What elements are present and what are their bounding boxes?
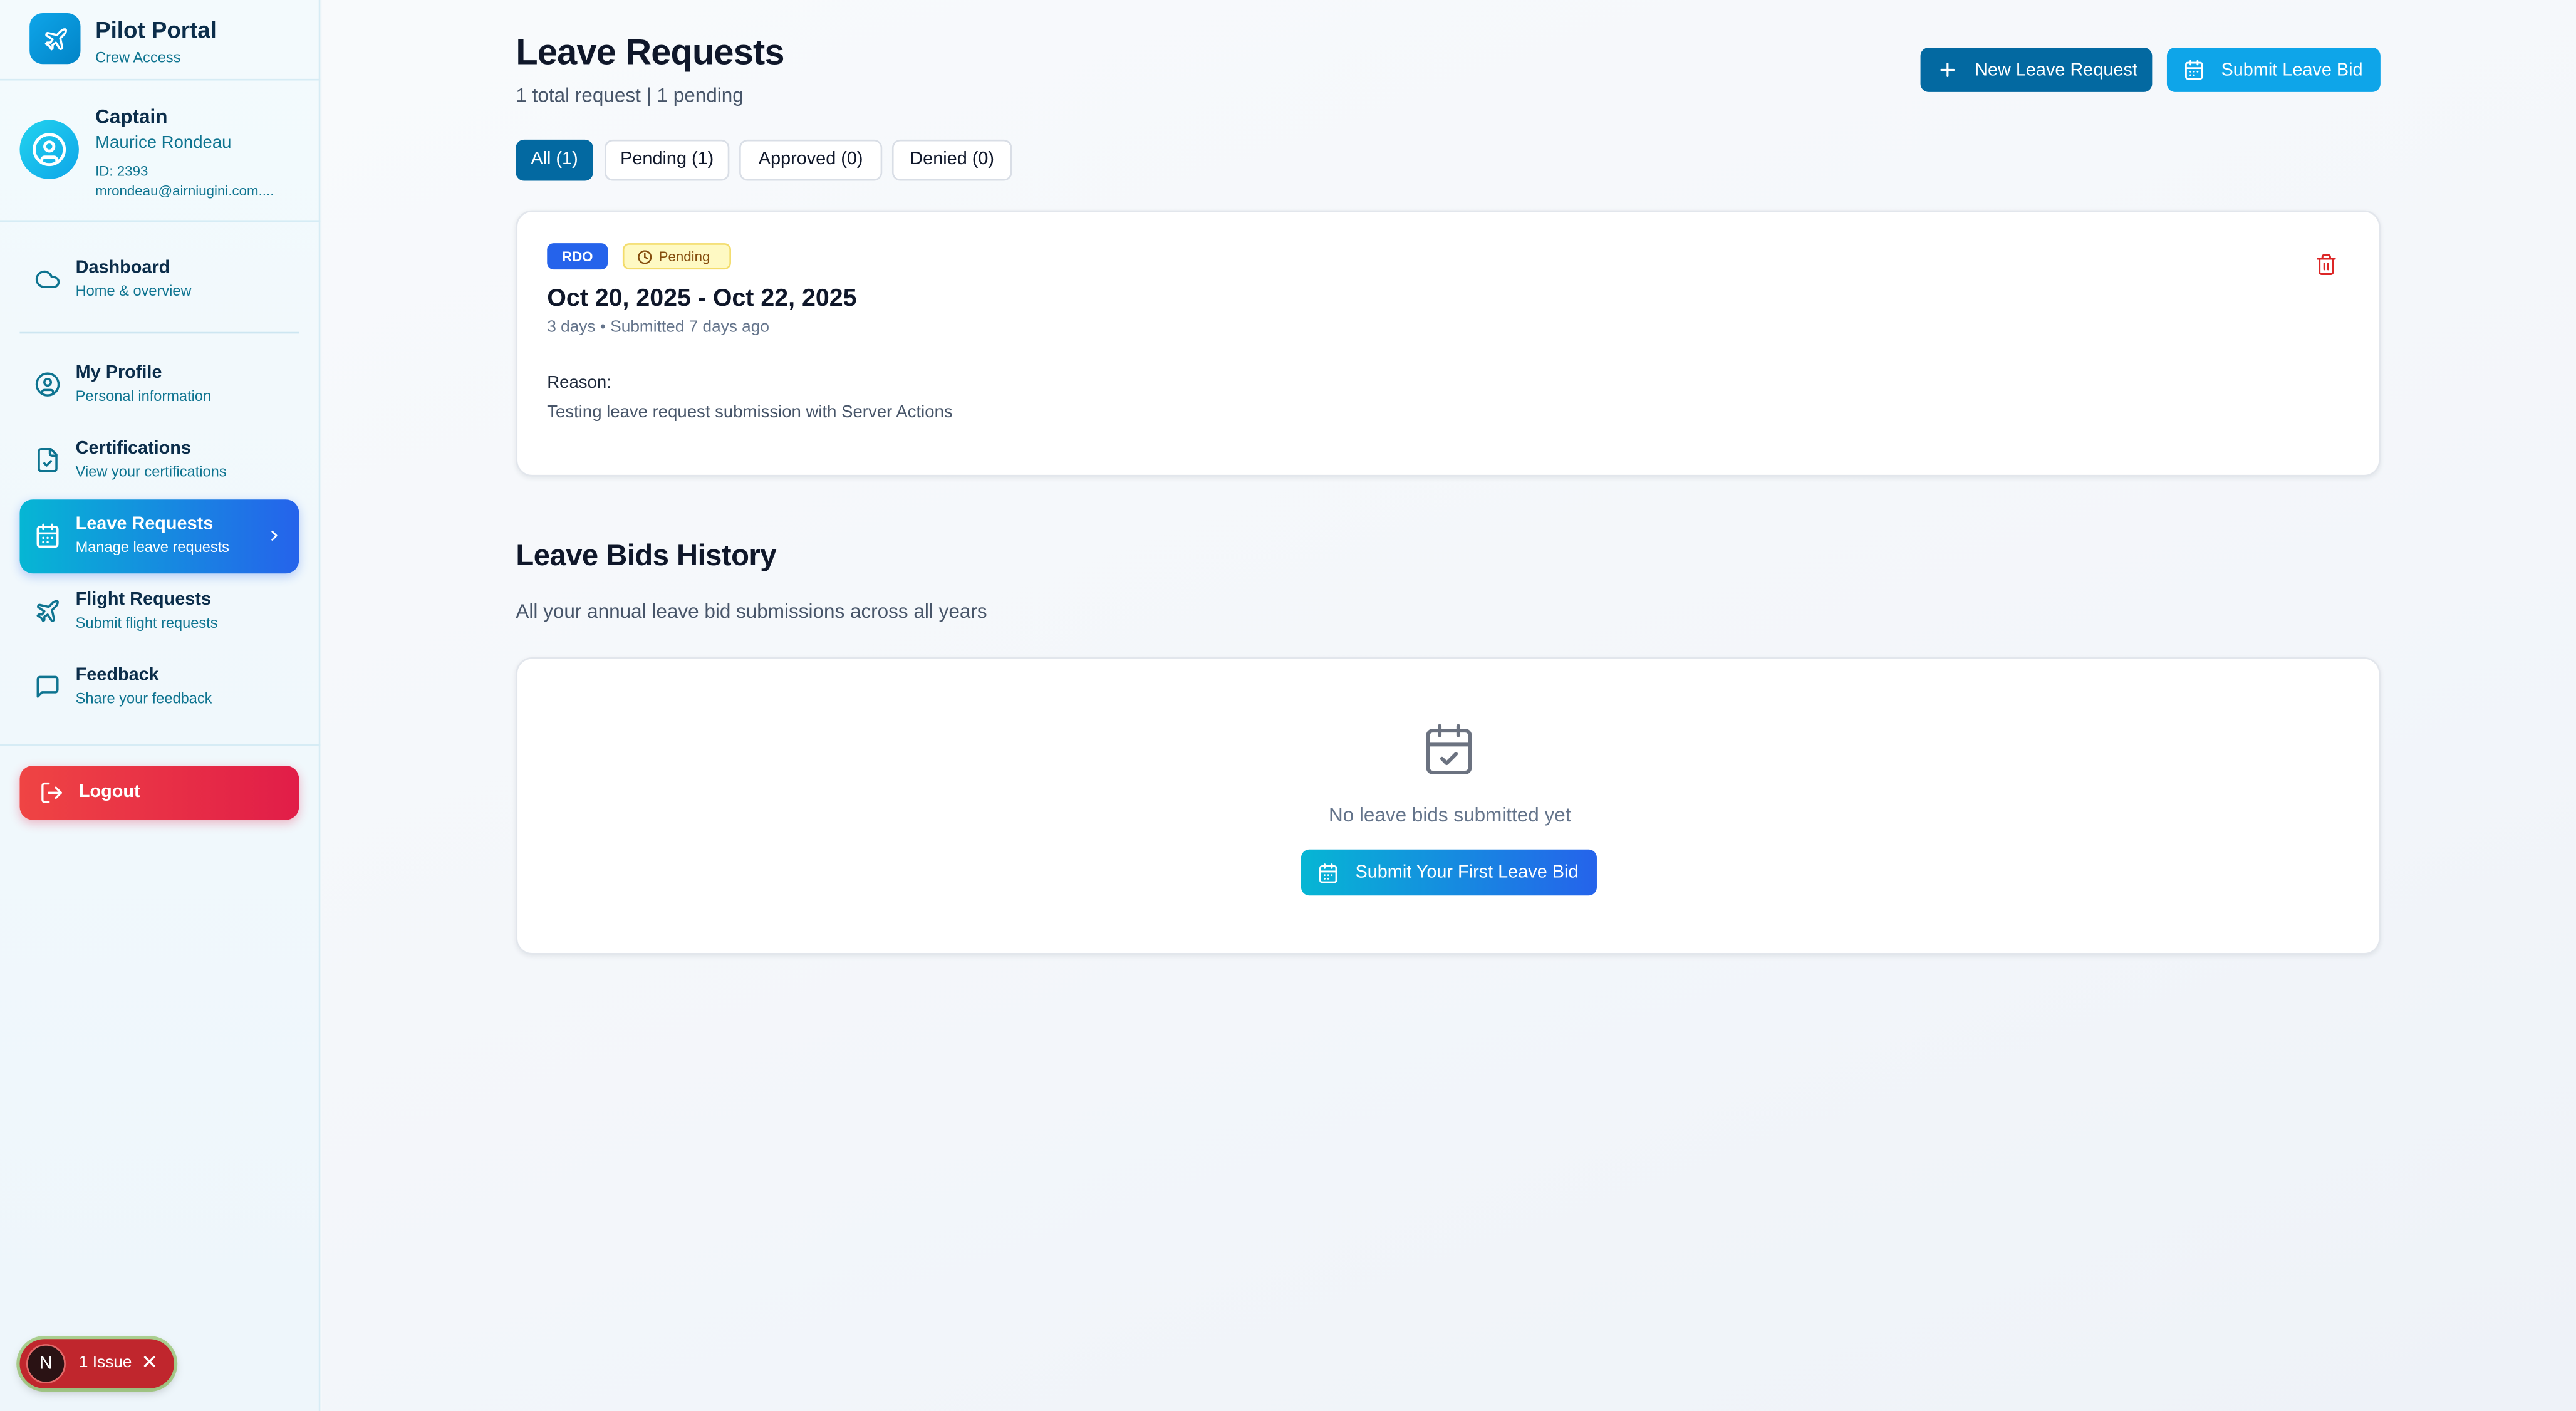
nav-divider: [19, 331, 299, 334]
tab-denied[interactable]: Denied (0): [891, 139, 1012, 181]
reason-label: Reason:: [547, 373, 611, 393]
file-check-icon: [38, 448, 58, 472]
nav-divider: [0, 744, 321, 746]
sidebar-item-label: Feedback: [75, 665, 159, 685]
leave-meta: 3 days • Submitted 7 days ago: [547, 318, 769, 337]
calendar-icon: [1319, 863, 1337, 883]
plus-icon: [1940, 62, 1955, 77]
sidebar-item-sub: Home & overview: [75, 283, 192, 299]
calendar-icon: [2185, 60, 2203, 80]
sidebar-item-label: Flight Requests: [75, 590, 212, 610]
leave-dates: Oct 20, 2025 - Oct 22, 2025: [547, 284, 857, 313]
status-label: Pending: [658, 247, 710, 265]
user-card: Captain Maurice Rondeau ID: 2393 mrondea…: [0, 80, 321, 222]
button-label: Submit Leave Bid: [2221, 61, 2363, 81]
logout-icon: [41, 782, 62, 803]
issues-badge[interactable]: N 1 Issue ✕: [19, 1339, 174, 1388]
new-leave-request-button[interactable]: New Leave Request: [1920, 48, 2153, 92]
tab-approved[interactable]: Approved (0): [739, 139, 883, 181]
page-subtitle: 1 total request | 1 pending: [516, 83, 744, 107]
sidebar: Pilot Portal Crew Access Captain Maurice…: [0, 0, 321, 1411]
message-square-icon: [36, 675, 59, 698]
sidebar-item-sub: Share your feedback: [75, 690, 212, 707]
section-title: Leave Bids History: [516, 539, 777, 572]
tab-pending[interactable]: Pending (1): [605, 139, 730, 181]
cloud-icon: [35, 270, 60, 288]
issues-label: 1 Issue: [78, 1353, 132, 1372]
user-id: ID: 2393: [95, 162, 148, 179]
sidebar-item-label: Leave Requests: [75, 514, 214, 534]
user-rank: Captain: [95, 105, 168, 128]
status-badge: Pending: [622, 243, 731, 270]
empty-state-text: No leave bids submitted yet: [1328, 803, 1571, 827]
clock-icon: [638, 250, 652, 264]
chevron-right-icon: [271, 530, 278, 541]
sidebar-item-sub: Submit flight requests: [75, 614, 218, 632]
calendar-check-icon: [1426, 724, 1472, 774]
brand: Pilot Portal Crew Access: [0, 0, 321, 81]
plane-icon: [36, 600, 59, 623]
sidebar-item-flight-requests[interactable]: Flight Requests Submit flight requests: [19, 575, 299, 649]
logout-label: Logout: [78, 782, 140, 802]
user-email: mrondeau@airniugini.com....: [95, 182, 274, 199]
user-circle-icon: [35, 372, 60, 397]
logout-button[interactable]: Logout: [19, 766, 299, 820]
submit-leave-bid-button[interactable]: Submit Leave Bid: [2166, 48, 2381, 92]
leave-request-card: RDO Pending Oct 20, 2025 - Oct 22, 2025 …: [516, 210, 2381, 477]
main-content: Leave Requests 1 total request | 1 pendi…: [321, 0, 2576, 1411]
sidebar-item-label: My Profile: [75, 363, 162, 383]
sidebar-item-profile[interactable]: My Profile Personal information: [19, 348, 299, 422]
leave-bids-card: No leave bids submitted yet Submit Your …: [516, 657, 2381, 955]
plane-icon: [29, 13, 81, 65]
sidebar-item-certifications[interactable]: Certifications View your certifications: [19, 424, 299, 498]
trash-icon[interactable]: [2315, 253, 2338, 276]
close-icon[interactable]: ✕: [142, 1351, 158, 1374]
submit-first-leave-bid-button[interactable]: Submit Your First Leave Bid: [1301, 849, 1597, 896]
tab-all[interactable]: All (1): [516, 139, 593, 181]
button-label: Submit Your First Leave Bid: [1355, 862, 1579, 883]
sidebar-item-label: Dashboard: [75, 258, 170, 278]
sidebar-item-leave-requests[interactable]: Leave Requests Manage leave requests: [19, 499, 299, 574]
leave-type-badge: RDO: [547, 243, 608, 270]
button-label: New Leave Request: [1975, 61, 2137, 81]
sidebar-item-label: Certifications: [75, 439, 191, 459]
sidebar-item-sub: View your certifications: [75, 463, 227, 480]
user-circle-icon: [19, 120, 79, 179]
issues-avatar: N: [26, 1344, 66, 1384]
page-title: Leave Requests: [516, 31, 784, 73]
sidebar-item-sub: Personal information: [75, 387, 212, 405]
reason-text: Testing leave request submission with Se…: [547, 402, 953, 422]
brand-title: Pilot Portal: [95, 16, 217, 43]
section-subtitle: All your annual leave bid submissions ac…: [516, 600, 987, 623]
sidebar-item-feedback[interactable]: Feedback Share your feedback: [19, 650, 299, 724]
brand-subtitle: Crew Access: [95, 49, 181, 66]
sidebar-item-dashboard[interactable]: Dashboard Home & overview: [19, 243, 299, 317]
calendar-icon: [36, 523, 59, 548]
user-name: Maurice Rondeau: [95, 133, 232, 153]
sidebar-item-sub: Manage leave requests: [75, 539, 229, 556]
